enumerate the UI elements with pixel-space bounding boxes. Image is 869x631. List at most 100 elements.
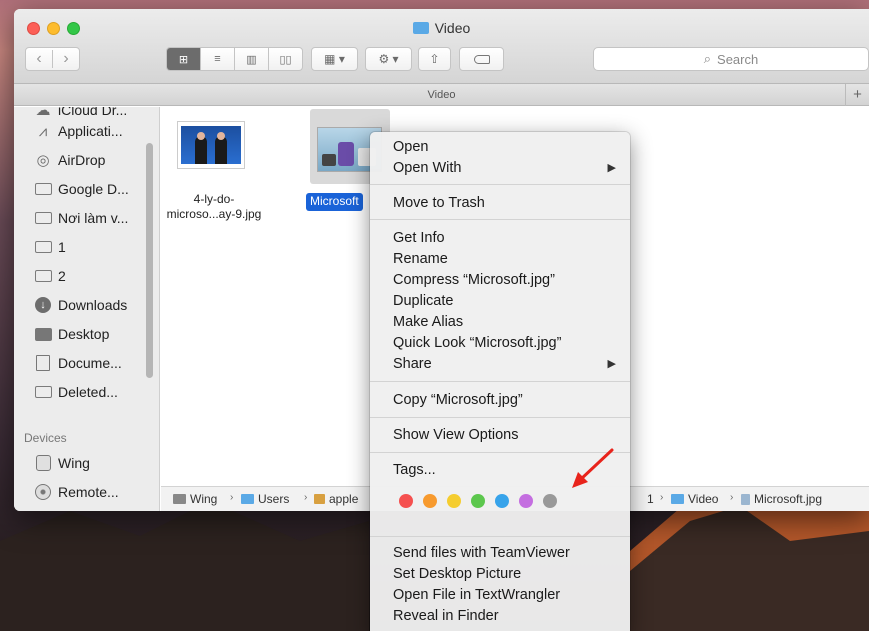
menu-item-open-in-textwrangler[interactable]: Open File in TextWrangler <box>393 585 616 606</box>
path-separator: › <box>304 492 308 503</box>
share-button[interactable]: ⇧ <box>418 47 451 71</box>
tag-dot-red[interactable] <box>399 494 413 508</box>
sidebar-section-devices: Devices <box>24 431 67 445</box>
sidebar-item-wing[interactable]: Wing <box>34 451 151 475</box>
path-item-wing[interactable]: Wing <box>173 492 217 506</box>
file-name-microsoft[interactable]: Microsoft <box>306 193 363 211</box>
menu-separator <box>370 219 630 220</box>
tag-dot-green[interactable] <box>471 494 485 508</box>
folder-icon <box>241 494 254 504</box>
folder-icon <box>412 22 429 34</box>
arrange-button[interactable]: ▦ ▾ <box>311 47 358 71</box>
forward-button[interactable]: › <box>52 50 79 68</box>
path-separator: › <box>730 492 734 503</box>
back-forward-group: ‹ › <box>25 47 80 71</box>
context-menu: Open Open With ▶ Move to Trash Get Info … <box>370 132 630 631</box>
menu-item-duplicate[interactable]: Duplicate <box>393 291 616 312</box>
submenu-arrow-icon: ▶ <box>607 358 616 370</box>
sidebar-item-documents[interactable]: Docume... <box>34 351 151 375</box>
menu-item-compress[interactable]: Compress “Microsoft.jpg” <box>393 270 616 291</box>
tag-dot-blue[interactable] <box>495 494 509 508</box>
menu-item-rename[interactable]: Rename <box>393 249 616 270</box>
folder-icon <box>34 183 52 195</box>
hard-drive-icon <box>173 494 186 504</box>
tag-icon <box>473 54 490 64</box>
sidebar-item-airdrop[interactable]: ◎ AirDrop <box>34 148 151 172</box>
tag-dot-yellow[interactable] <box>447 494 461 508</box>
tag-color-picker <box>399 494 557 508</box>
path-item-microsoft-jpg[interactable]: Microsoft.jpg <box>741 492 822 506</box>
action-button[interactable]: ⚙ ▾ <box>365 47 412 71</box>
menu-item-open-with[interactable]: Open With ▶ <box>393 158 616 179</box>
submenu-arrow-icon: ▶ <box>607 162 616 174</box>
applications-icon: ⩘ <box>38 122 48 140</box>
sidebar-item-remote-disc[interactable]: Remote... <box>34 480 151 504</box>
menu-item-make-alias[interactable]: Make Alias <box>393 312 616 333</box>
menu-item-teamviewer[interactable]: Send files with TeamViewer <box>393 543 616 564</box>
search-placeholder: Search <box>717 51 759 67</box>
path-separator: › <box>660 492 664 503</box>
path-item-apple[interactable]: apple <box>314 492 358 506</box>
downloads-icon: ↓ <box>35 297 51 313</box>
path-separator: › <box>230 492 234 503</box>
menu-separator <box>370 536 630 537</box>
image-file-icon <box>741 493 750 505</box>
edit-tags-button[interactable] <box>459 47 504 71</box>
menu-item-reveal-in-finder[interactable]: Reveal in Finder <box>393 606 616 627</box>
sidebar-scrollbar[interactable] <box>146 143 153 378</box>
menu-item-share[interactable]: Share ▶ <box>393 354 616 375</box>
search-icon: ⌕ <box>703 51 712 66</box>
documents-icon <box>36 355 50 371</box>
sidebar-item-google-drive[interactable]: Google D... <box>34 177 151 201</box>
menu-item-open[interactable]: Open <box>393 137 616 158</box>
cloud-icon: ☁ <box>35 107 51 119</box>
airdrop-icon: ◎ <box>36 152 50 169</box>
menu-item-tags[interactable]: Tags... <box>393 460 616 481</box>
tag-dot-gray[interactable] <box>543 494 557 508</box>
sidebar-item-2[interactable]: 2 <box>34 264 151 288</box>
title-bar: Video ‹ › ⊞ ≡ ▥ ▯▯ ▦ ▾ ⚙ ▾ ⇧ ⌕ Search <box>14 9 869 84</box>
list-view-button[interactable]: ≡ <box>200 48 234 70</box>
folder-icon <box>34 241 52 253</box>
menu-item-get-info[interactable]: Get Info <box>393 228 616 249</box>
sidebar-item-applications[interactable]: ⩘ Applicati... <box>34 119 151 143</box>
search-field[interactable]: ⌕ Search <box>593 47 869 71</box>
remote-disc-icon <box>35 484 51 500</box>
window-title: Video <box>14 20 869 36</box>
sidebar-item-downloads[interactable]: ↓ Downloads <box>34 293 151 317</box>
path-item-users[interactable]: Users <box>241 492 289 506</box>
sidebar-item-1[interactable]: 1 <box>34 235 151 259</box>
path-item-1[interactable]: 1 <box>647 492 654 506</box>
home-icon <box>314 494 325 504</box>
menu-item-quick-look[interactable]: Quick Look “Microsoft.jpg” <box>393 333 616 354</box>
desktop-icon <box>34 327 52 341</box>
menu-item-show-view-options[interactable]: Show View Options <box>393 425 616 446</box>
tab-bar: Video + <box>14 84 869 106</box>
column-view-button[interactable]: ▥ <box>234 48 268 70</box>
menu-item-copy[interactable]: Copy “Microsoft.jpg” <box>393 390 616 411</box>
sidebar: ☁ iCloud Dr... ⩘ Applicati... ◎ AirDrop Goo… <box>14 107 160 511</box>
icon-view-button[interactable]: ⊞ <box>167 48 200 70</box>
folder-icon <box>34 386 52 398</box>
sidebar-item-noi-lam-viec[interactable]: Nơi làm v... <box>34 206 151 230</box>
sidebar-item-deleted[interactable]: Deleted... <box>34 380 151 404</box>
menu-separator <box>370 381 630 382</box>
folder-icon <box>34 212 52 224</box>
folder-icon <box>34 270 52 282</box>
menu-item-set-desktop-picture[interactable]: Set Desktop Picture <box>393 564 616 585</box>
tab-title[interactable]: Video <box>428 89 456 101</box>
tag-dot-orange[interactable] <box>423 494 437 508</box>
menu-item-move-to-trash[interactable]: Move to Trash <box>393 193 616 214</box>
sidebar-item-desktop[interactable]: Desktop <box>34 322 151 346</box>
file-name-4-ly-do[interactable]: 4-ly-do- microso...ay-9.jpg <box>166 192 262 222</box>
path-item-video[interactable]: Video <box>671 492 718 506</box>
new-tab-button[interactable]: + <box>845 84 869 106</box>
back-button[interactable]: ‹ <box>26 50 52 68</box>
folder-icon <box>671 494 684 504</box>
coverflow-view-button[interactable]: ▯▯ <box>268 48 302 70</box>
menu-separator <box>370 452 630 453</box>
file-thumbnail-4-ly-do[interactable] <box>178 122 244 168</box>
view-mode-group: ⊞ ≡ ▥ ▯▯ <box>166 47 303 71</box>
menu-separator <box>370 184 630 185</box>
tag-dot-purple[interactable] <box>519 494 533 508</box>
